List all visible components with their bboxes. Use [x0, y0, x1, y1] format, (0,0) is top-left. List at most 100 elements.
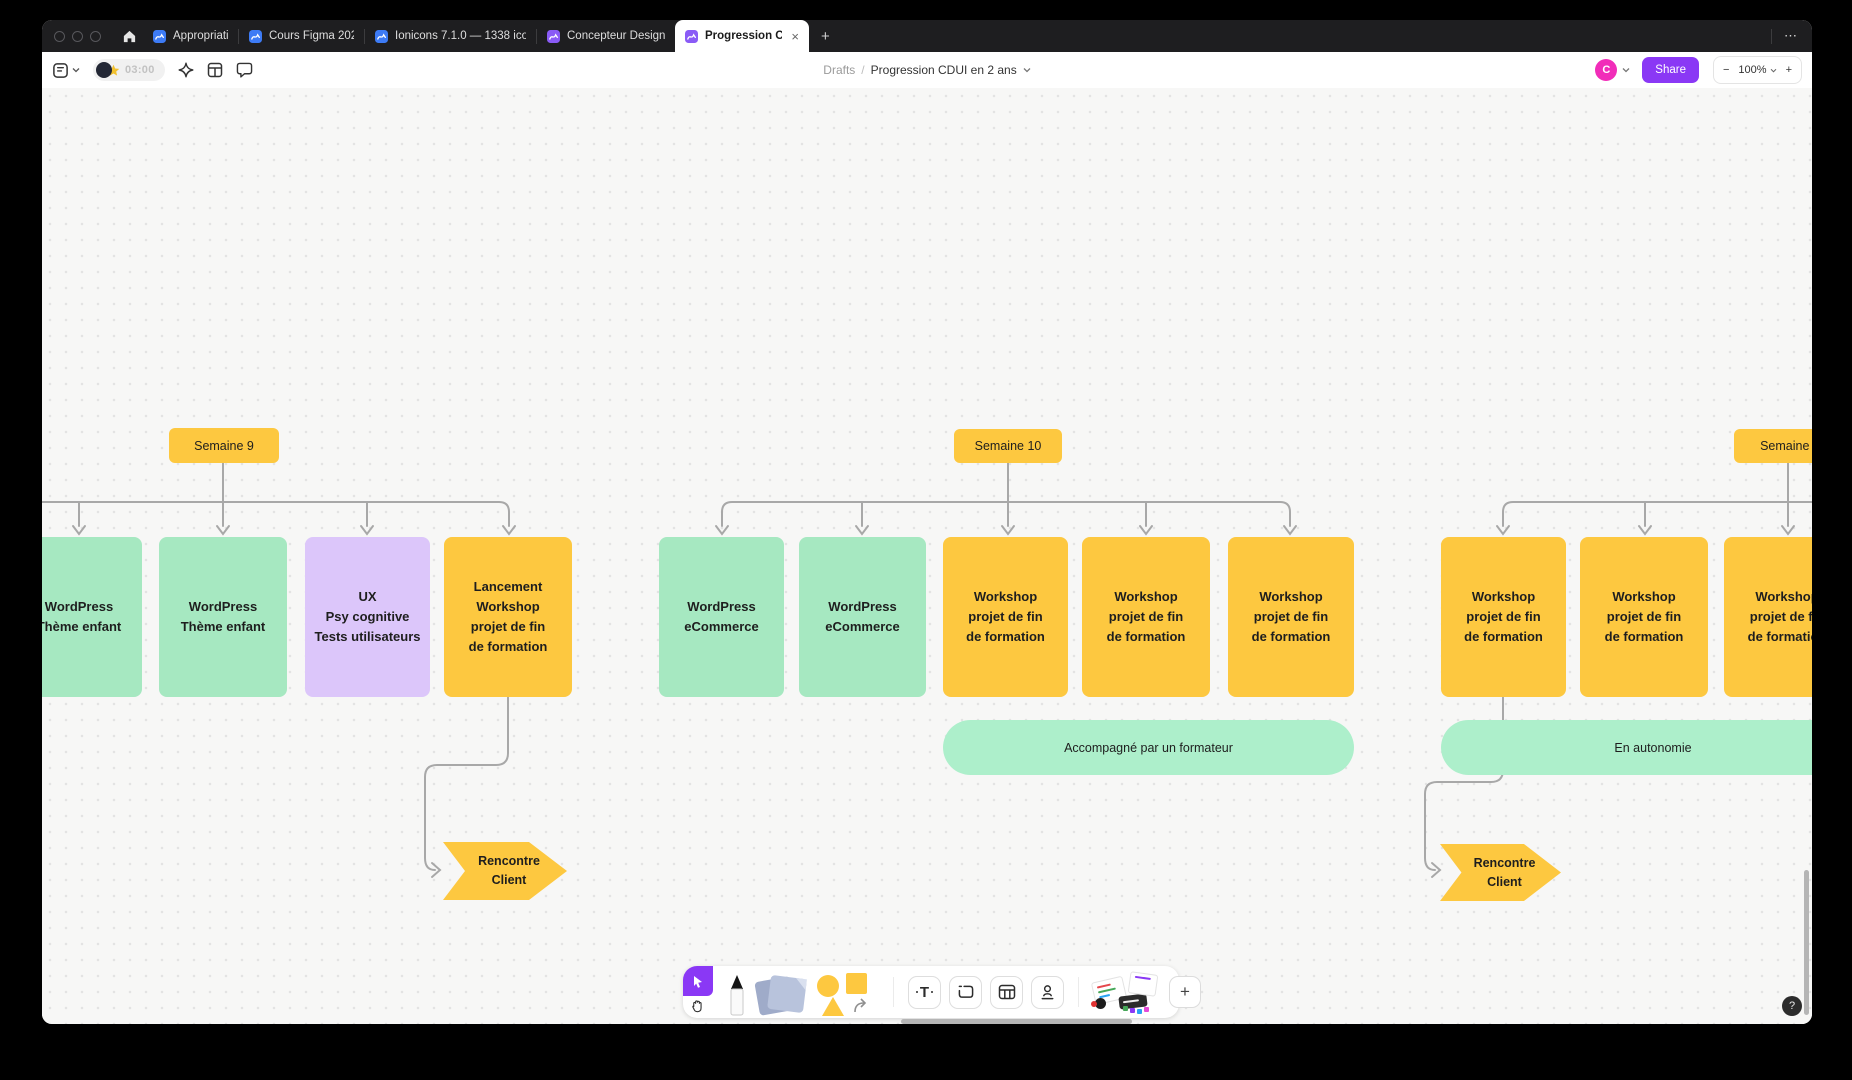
sticky-box[interactable]: Lancement Workshop projet de fin de form…	[444, 537, 572, 697]
sparkle-actions-icon[interactable]	[178, 62, 194, 78]
zoom-in-button[interactable]: +	[1786, 64, 1792, 76]
pill-accompagne[interactable]: Accompagné par un formateur	[943, 720, 1354, 775]
text-tool[interactable]: T	[908, 976, 941, 1009]
sticky-box[interactable]: Workshop projet de fin de formation	[1228, 537, 1354, 697]
timer-widget[interactable]: 03:00	[93, 59, 165, 81]
share-button[interactable]: Share	[1642, 57, 1699, 83]
chrome-right: ⋯	[1771, 20, 1812, 52]
close-window-button[interactable]	[54, 31, 65, 42]
figjam-toolbar: T	[683, 966, 1179, 1018]
figjam-file-icon	[249, 30, 262, 43]
sticky-box[interactable]: WordPress eCommerce	[799, 537, 926, 697]
week-label-semaine-10[interactable]: Semaine 10	[954, 429, 1062, 463]
zoom-level[interactable]: 100%	[1738, 64, 1776, 76]
avatar	[96, 62, 112, 78]
user-avatar[interactable]: C	[1595, 59, 1617, 81]
sticky-box[interactable]: Workshop projet de fin de formation	[943, 537, 1068, 697]
table-tool[interactable]	[990, 976, 1023, 1009]
overflow-menu-icon[interactable]: ⋯	[1784, 28, 1812, 44]
stamp-tool[interactable]	[1031, 976, 1064, 1009]
chevron-down-icon[interactable]	[1622, 67, 1630, 73]
toolbar-items: T	[727, 966, 1201, 1018]
section-tool[interactable]	[949, 976, 982, 1009]
sticky-box[interactable]: WordPress Thème enfant	[42, 537, 142, 697]
sticky-box[interactable]: WordPress eCommerce	[659, 537, 784, 697]
pill-autonomie[interactable]: En autonomie	[1441, 720, 1812, 775]
shape-tools[interactable]	[817, 972, 879, 1018]
figjam-file-icon	[685, 30, 698, 43]
sticky-box[interactable]: Workshop projet de fin de formation	[1724, 537, 1812, 697]
zoom-out-button[interactable]: −	[1723, 64, 1729, 76]
tab-label: Cours Figma 2023	[269, 30, 354, 42]
new-tab-button[interactable]: +	[809, 20, 842, 52]
sticky-box[interactable]: Workshop projet de fin de formation	[1580, 537, 1708, 697]
cursor-icon	[692, 975, 704, 988]
client-meeting-shape[interactable]: Rencontre Client	[1440, 844, 1561, 901]
marker-tool[interactable]	[727, 974, 747, 1018]
color-chip	[1123, 1006, 1128, 1011]
page-title[interactable]: Progression CDUI en 2 ans	[871, 63, 1017, 77]
tab-cours-figma[interactable]: Cours Figma 2023	[239, 20, 364, 52]
figjam-file-icon	[547, 30, 560, 43]
figjam-canvas[interactable]: Semaine 9 Semaine 10 Semaine 11 WordPres…	[42, 88, 1812, 1024]
select-tool-group	[683, 966, 713, 1018]
tab-ionicons[interactable]: Ionicons 7.1.0 — 1338 icons pack (C	[365, 20, 536, 52]
client-meeting-shape[interactable]: Rencontre Client	[443, 842, 567, 900]
horizontal-scrollbar[interactable]	[901, 1019, 1132, 1024]
tab-progression-active[interactable]: Progression CDUI en 2 ans ×	[675, 20, 809, 52]
sticky-box[interactable]: UX Psy cognitive Tests utilisateurs	[305, 537, 430, 697]
sticky-box[interactable]: WordPress Thème enfant	[159, 537, 287, 697]
week-label-semaine-11[interactable]: Semaine 11	[1734, 429, 1812, 463]
vertical-scrollbar[interactable]	[1804, 870, 1809, 1015]
tab-concepteur[interactable]: Concepteur Designer UI	[537, 20, 675, 52]
dot	[931, 991, 933, 993]
color-chip	[1137, 1009, 1142, 1014]
breadcrumb-separator: /	[861, 63, 864, 77]
hand-tool[interactable]	[690, 999, 705, 1019]
chrome-separator	[1771, 29, 1772, 44]
toolbar-divider	[1078, 977, 1079, 1007]
template-card	[1128, 971, 1159, 997]
week-label-semaine-9[interactable]: Semaine 9	[169, 428, 279, 463]
templates-gallery[interactable]	[1093, 972, 1157, 1016]
timer-value: 03:00	[125, 64, 155, 76]
tab-strip: Appropriation Cours Figma 2023 Ionicons …	[143, 20, 842, 52]
tab-appropriation[interactable]: Appropriation	[143, 20, 238, 52]
tab-label: Ionicons 7.1.0 — 1338 icons pack (C	[395, 30, 526, 42]
dot	[916, 991, 918, 993]
sticky-box[interactable]: Workshop projet de fin de formation	[1082, 537, 1210, 697]
figjam-file-icon	[375, 30, 388, 43]
browser-chrome: Appropriation Cours Figma 2023 Ionicons …	[42, 20, 1812, 52]
figjam-topbar: 03:00 Drafts / Progression CDUI en 2 ans…	[42, 52, 1812, 88]
breadcrumb-root[interactable]: Drafts	[823, 63, 855, 77]
sticky-box[interactable]: Workshop projet de fin de formation	[1441, 537, 1566, 697]
home-icon[interactable]	[115, 20, 143, 52]
close-tab-icon[interactable]: ×	[791, 30, 799, 43]
color-chip	[1130, 1008, 1135, 1013]
sticky-front	[767, 975, 807, 1013]
comment-icon[interactable]	[236, 62, 253, 78]
topbar-left: 03:00	[42, 59, 253, 81]
window-controls[interactable]	[42, 20, 115, 52]
zoom-controls: − 100% +	[1713, 56, 1802, 84]
tab-label: Appropriation	[173, 30, 228, 42]
chevron-down-icon[interactable]	[1023, 67, 1031, 73]
client-meeting-text: Rencontre Client	[459, 842, 559, 900]
topbar-right: C Share − 100% +	[1595, 56, 1802, 84]
tab-label: Concepteur Designer UI	[567, 30, 665, 42]
minimize-window-button[interactable]	[72, 31, 83, 42]
zoom-window-button[interactable]	[90, 31, 101, 42]
select-tool[interactable]	[683, 966, 713, 996]
tab-label: Progression CDUI en 2 ans	[705, 30, 782, 42]
figjam-file-icon	[153, 30, 166, 43]
add-tool-button[interactable]: +	[1169, 976, 1201, 1008]
square-shape-icon	[846, 973, 867, 994]
toolbar-divider	[893, 977, 894, 1007]
templates-icon[interactable]	[207, 62, 223, 78]
figma-browser-window: Appropriation Cours Figma 2023 Ionicons …	[42, 20, 1812, 1024]
main-menu-icon[interactable]	[52, 62, 80, 79]
color-chip	[1144, 1007, 1149, 1012]
sticky-note-tool[interactable]	[755, 973, 809, 1017]
screenshot-root: Appropriation Cours Figma 2023 Ionicons …	[0, 0, 1852, 1080]
help-button[interactable]: ?	[1782, 996, 1802, 1016]
